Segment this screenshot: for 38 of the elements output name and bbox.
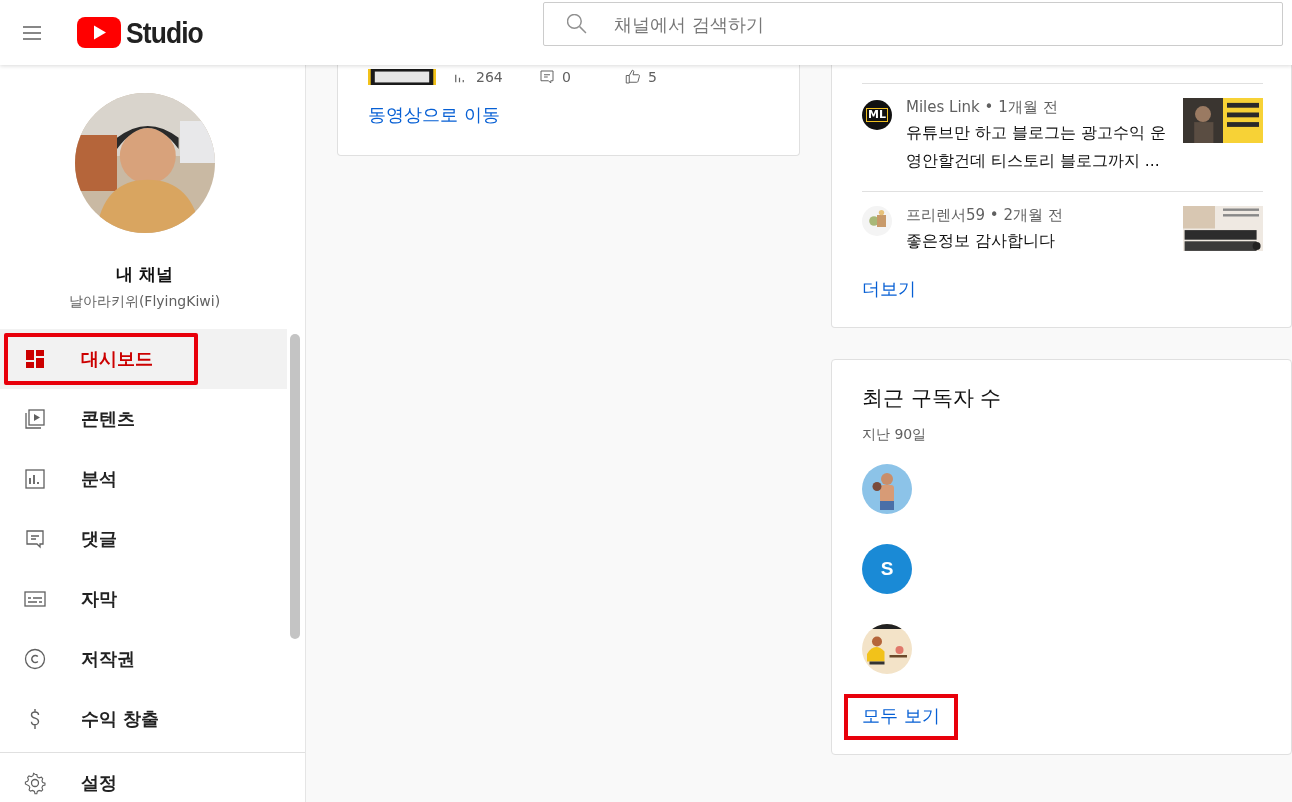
see-all-link[interactable]: 모두 보기 [844,694,958,740]
card-subtitle: 지난 90일 [862,426,928,444]
comment-meta: Miles Link • 1개월 전 [906,98,1059,117]
copyright-icon [23,647,47,671]
thumbs-up-icon [624,68,642,86]
avatar: ML [862,100,892,130]
nav-item[interactable]: 설정 [0,753,287,802]
channel-title: 내 채널 [115,263,174,286]
nav-item[interactable]: 댓글 [0,509,287,569]
comment-meta: 프리렌서59 • 2개월 전 [906,206,1064,225]
nav-item[interactable]: 대시보드 [0,329,287,389]
stat-value: 264 [476,69,503,85]
nav-item[interactable]: 저작권 [0,629,287,689]
comment-icon [538,68,556,86]
stat-value: 0 [562,69,571,85]
highlight-frame: 대시보드 [4,333,198,385]
avatar: S [862,544,912,594]
nav-item[interactable]: 수익 창출 [0,689,287,749]
comment-text: 유튜브만 하고 블로그는 광고수익 운영안할건데 티스토리 블로그까지 ... [906,123,1167,172]
stat-value: 5 [648,69,657,85]
channel-name: 날아라키위(FlyingKiwi) [67,293,222,311]
nav-item[interactable]: 분석 [0,449,287,509]
scrollbar[interactable] [290,334,300,639]
more-link[interactable]: 더보기 [862,277,916,301]
bar-chart-icon [23,467,47,491]
settings-icon [23,771,47,795]
dashboard-icon [23,347,47,371]
nav-item[interactable]: 콘텐츠 [0,389,287,449]
card-title: 최근 구독자 수 [862,385,1003,412]
video-play-icon [23,407,47,431]
nav-item[interactable]: 자막 [0,569,287,629]
play-logo-icon [77,17,121,48]
logo-text: Studio [126,15,203,50]
go-to-video-link[interactable]: 동영상으로 이동 [368,103,500,127]
search-icon [567,14,588,34]
comment-text: 좋은정보 감사합니다 [906,231,1056,252]
comment-icon [23,527,47,551]
search-field[interactable]: 채널에서 검색하기 [543,2,1284,46]
